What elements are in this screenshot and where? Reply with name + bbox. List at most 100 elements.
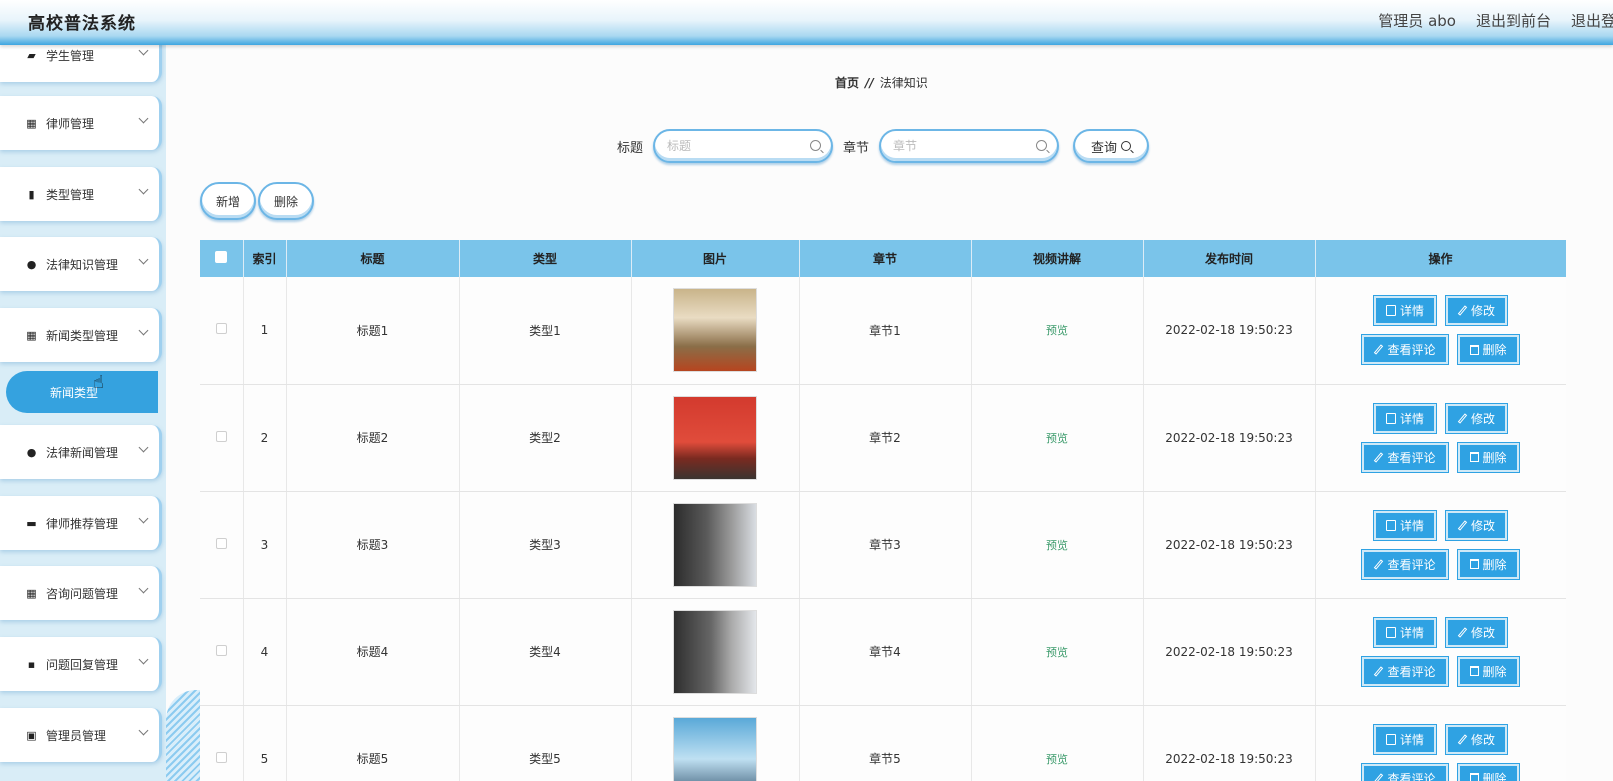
view-comments-button-label: 查看评论 [1387, 343, 1436, 358]
view-comments-button[interactable]: 查看评论 [1361, 334, 1449, 366]
title-search-input[interactable] [667, 131, 808, 161]
view-comments-button[interactable]: 查看评论 [1361, 655, 1449, 687]
exit-to-frontend-link[interactable]: 退出到前台 [1476, 10, 1551, 31]
add-button[interactable]: 新增 [200, 182, 256, 220]
trash-icon [1469, 344, 1479, 355]
sidebar-subitem-news-type[interactable]: 新闻类型 [6, 371, 158, 413]
trash-icon [1469, 559, 1479, 569]
data-table: 索引 标题 类型 图片 章节 视频讲解 发布时间 操作 1 标题1 类型1 章节… [200, 240, 1566, 781]
chapter-search-input[interactable] [893, 131, 1034, 161]
sidebar-item-types[interactable]: ▮ 类型管理 [0, 167, 162, 221]
sidebar-item-lawyers[interactable]: ▦ 律师管理 [0, 96, 162, 150]
sidebar-item-label: 咨询问题管理 [46, 586, 119, 601]
detail-button-label: 详情 [1399, 304, 1424, 319]
row-image-cell [631, 277, 800, 385]
table-header-row: 索引 标题 类型 图片 章节 视频讲解 发布时间 操作 [200, 240, 1566, 277]
video-preview-link[interactable]: 预览 [1046, 646, 1068, 659]
row-checkbox[interactable] [215, 323, 227, 335]
pencil-icon [1457, 733, 1468, 745]
edit-button[interactable]: 修改 [1444, 723, 1509, 755]
video-preview-link[interactable]: 预览 [1046, 539, 1068, 552]
detail-button[interactable]: 详情 [1372, 723, 1438, 755]
sidebar-item-consult-questions[interactable]: ▦ 咨询问题管理 [0, 566, 162, 620]
pencil-icon [1374, 665, 1384, 677]
breadcrumb-home[interactable]: 首页 [835, 74, 859, 91]
bulk-delete-button[interactable]: 删除 [258, 182, 314, 220]
row-delete-button[interactable]: 删除 [1456, 441, 1520, 473]
row-video-cell: 预览 [971, 705, 1144, 781]
row-delete-button[interactable]: 删除 [1456, 548, 1520, 580]
breadcrumb-current: 法律知识 [879, 76, 928, 90]
search-icon [1036, 140, 1048, 151]
row-checkbox[interactable] [215, 644, 227, 656]
sidebar-item-admins[interactable]: ▣ 管理员管理 [0, 708, 162, 762]
video-preview-link[interactable]: 预览 [1046, 324, 1068, 337]
chevron-down-icon [138, 583, 149, 594]
row-index: 3 [243, 491, 287, 599]
detail-button[interactable]: 详情 [1372, 509, 1438, 541]
row-video-cell: 预览 [971, 277, 1144, 385]
column-header-type: 类型 [459, 240, 632, 277]
sidebar-item-students[interactable]: ▰ 学生管理 [0, 45, 162, 82]
row-image[interactable] [673, 395, 757, 480]
view-comments-button[interactable]: 查看评论 [1361, 441, 1449, 473]
sidebar-item-lawyer-recommend[interactable]: ▬ 律师推荐管理 [0, 496, 162, 550]
sidebar-item-news-types[interactable]: ▦ 新闻类型管理 [0, 308, 162, 362]
sidebar-item-law-knowledge[interactable]: ● 法律知识管理 [0, 237, 162, 291]
pencil-icon [1374, 344, 1384, 355]
video-preview-link[interactable]: 预览 [1046, 432, 1068, 445]
top-header: 高校普法系统 管理员 abo 退出到前台 退出登录 [0, 0, 1613, 45]
row-image[interactable] [673, 609, 757, 694]
detail-button[interactable]: 详情 [1372, 402, 1438, 434]
detail-button-label: 详情 [1399, 625, 1424, 640]
edit-button[interactable]: 修改 [1444, 402, 1509, 434]
sidebar-item-question-replies[interactable]: ▪ 问题回复管理 [0, 637, 162, 691]
select-all-cell [200, 240, 244, 277]
admin-user-link[interactable]: 管理员 abo [1378, 10, 1456, 31]
edit-button[interactable]: 修改 [1444, 509, 1509, 541]
row-actions: 详情 修改 查看评论 删除 [1315, 277, 1566, 385]
row-index: 1 [243, 277, 287, 385]
view-comments-button[interactable]: 查看评论 [1361, 548, 1449, 580]
edit-button-label: 修改 [1471, 625, 1496, 640]
row-delete-button[interactable]: 删除 [1456, 762, 1520, 781]
row-select-cell [200, 384, 244, 492]
detail-button[interactable]: 详情 [1372, 616, 1438, 648]
breadcrumb-separator: // [865, 75, 874, 90]
view-comments-button[interactable]: 查看评论 [1361, 762, 1449, 781]
row-delete-button[interactable]: 删除 [1456, 655, 1520, 687]
row-checkbox[interactable] [215, 537, 227, 549]
chapter-search-field [879, 129, 1060, 163]
document-icon [1385, 412, 1396, 424]
row-video-cell: 预览 [971, 384, 1144, 492]
row-image[interactable] [673, 502, 757, 587]
select-all-checkbox[interactable] [215, 251, 228, 263]
row-index: 5 [243, 705, 287, 781]
logout-link[interactable]: 退出登录 [1571, 10, 1613, 31]
row-title: 标题2 [286, 384, 460, 492]
row-select-cell [200, 277, 244, 385]
row-checkbox[interactable] [215, 430, 227, 442]
row-delete-button-label: 删除 [1482, 450, 1507, 465]
sidebar-item-label: 管理员管理 [46, 728, 107, 743]
row-delete-button[interactable]: 删除 [1456, 334, 1520, 366]
query-button[interactable]: 查询 [1073, 129, 1150, 163]
trash-icon [1469, 452, 1479, 462]
view-comments-button-label: 查看评论 [1387, 450, 1436, 465]
video-preview-link[interactable]: 预览 [1046, 753, 1068, 766]
row-publish-time: 2022-02-18 19:50:23 [1143, 598, 1316, 706]
edit-button[interactable]: 修改 [1444, 295, 1509, 327]
row-image[interactable] [673, 288, 757, 373]
edit-button[interactable]: 修改 [1444, 616, 1509, 648]
row-image-cell [631, 384, 800, 492]
row-image[interactable] [673, 716, 757, 781]
row-checkbox[interactable] [215, 751, 227, 763]
row-select-cell [200, 705, 244, 781]
detail-button[interactable]: 详情 [1372, 295, 1438, 327]
search-bar: 标题 章节 查询 [617, 128, 1150, 164]
chevron-down-icon [138, 654, 149, 665]
pencil-icon [1374, 772, 1384, 781]
sidebar-item-law-news[interactable]: ● 法律新闻管理 [0, 425, 162, 479]
row-type: 类型3 [459, 491, 632, 599]
chevron-down-icon [138, 254, 149, 265]
